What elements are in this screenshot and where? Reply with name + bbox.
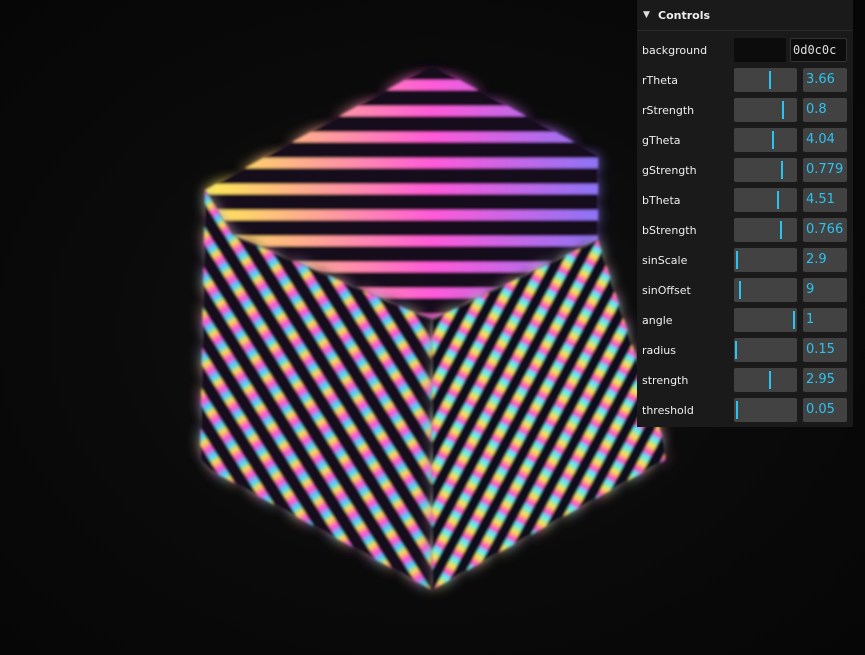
control-row-rStrength: rStrength 0.8 bbox=[637, 95, 853, 125]
radius-number-input[interactable]: 0.15 bbox=[803, 338, 847, 362]
control-row-sinScale: sinScale 2.9 bbox=[637, 245, 853, 275]
slider-handle[interactable] bbox=[736, 251, 738, 269]
slider-handle[interactable] bbox=[777, 191, 779, 209]
control-label: gTheta bbox=[642, 133, 681, 147]
gTheta-number-input[interactable]: 4.04 bbox=[803, 128, 847, 152]
slider-handle[interactable] bbox=[780, 221, 782, 239]
rStrength-slider[interactable] bbox=[734, 98, 797, 122]
bStrength-slider[interactable] bbox=[734, 218, 797, 242]
slider-handle[interactable] bbox=[736, 401, 738, 419]
control-label: sinScale bbox=[642, 253, 688, 267]
control-label: sinOffset bbox=[642, 283, 691, 297]
threshold-slider[interactable] bbox=[734, 398, 797, 422]
control-row-threshold: threshold 0.05 bbox=[637, 395, 853, 425]
gStrength-slider[interactable] bbox=[734, 158, 797, 182]
control-row-sinOffset: sinOffset 9 bbox=[637, 275, 853, 305]
slider-handle[interactable] bbox=[772, 131, 774, 149]
strength-slider[interactable] bbox=[734, 368, 797, 392]
controls-title: Controls bbox=[658, 8, 711, 22]
slider-handle[interactable] bbox=[769, 71, 771, 89]
slider-handle[interactable] bbox=[739, 281, 741, 299]
chevron-down-icon: ▼ bbox=[643, 10, 650, 20]
threshold-number-input[interactable]: 0.05 bbox=[803, 398, 847, 422]
control-label: radius bbox=[642, 343, 677, 357]
bTheta-slider[interactable] bbox=[734, 188, 797, 212]
control-label: gStrength bbox=[642, 163, 697, 177]
radius-slider[interactable] bbox=[734, 338, 797, 362]
control-row-background: background 0d0c0c bbox=[637, 35, 853, 65]
slider-handle[interactable] bbox=[782, 101, 784, 119]
control-label: bStrength bbox=[642, 223, 697, 237]
sinOffset-number-input[interactable]: 9 bbox=[803, 278, 847, 302]
slider-handle[interactable] bbox=[769, 371, 771, 389]
control-label: angle bbox=[642, 313, 673, 327]
bStrength-number-input[interactable]: 0.766 bbox=[803, 218, 847, 242]
color-swatch[interactable] bbox=[734, 38, 786, 62]
sinScale-slider[interactable] bbox=[734, 248, 797, 272]
strength-number-input[interactable]: 2.95 bbox=[803, 368, 847, 392]
slider-handle[interactable] bbox=[735, 341, 737, 359]
sinOffset-slider[interactable] bbox=[734, 278, 797, 302]
control-row-bStrength: bStrength 0.766 bbox=[637, 215, 853, 245]
control-label: background bbox=[642, 43, 708, 57]
rTheta-slider[interactable] bbox=[734, 68, 797, 92]
bTheta-number-input[interactable]: 4.51 bbox=[803, 188, 847, 212]
slider-handle[interactable] bbox=[793, 311, 795, 329]
control-row-radius: radius 0.15 bbox=[637, 335, 853, 365]
controls-panel: ▼ Controls background 0d0c0c rTheta 3.66 r… bbox=[637, 0, 853, 427]
control-label: bTheta bbox=[642, 193, 681, 207]
sinScale-number-input[interactable]: 2.9 bbox=[803, 248, 847, 272]
angle-number-input[interactable]: 1 bbox=[803, 308, 847, 332]
gStrength-number-input[interactable]: 0.779 bbox=[803, 158, 847, 182]
control-row-bTheta: bTheta 4.51 bbox=[637, 185, 853, 215]
control-row-gStrength: gStrength 0.779 bbox=[637, 155, 853, 185]
control-row-rTheta: rTheta 3.66 bbox=[637, 65, 853, 95]
slider-handle[interactable] bbox=[781, 161, 783, 179]
rTheta-number-input[interactable]: 3.66 bbox=[803, 68, 847, 92]
controls-header[interactable]: ▼ Controls bbox=[637, 0, 853, 31]
control-label: strength bbox=[642, 373, 689, 387]
color-hex-input[interactable]: 0d0c0c bbox=[790, 38, 847, 62]
control-label: rTheta bbox=[642, 73, 679, 87]
control-row-gTheta: gTheta 4.04 bbox=[637, 125, 853, 155]
angle-slider[interactable] bbox=[734, 308, 797, 332]
control-label: threshold bbox=[642, 403, 694, 417]
control-label: rStrength bbox=[642, 103, 695, 117]
control-row-angle: angle 1 bbox=[637, 305, 853, 335]
control-row-strength: strength 2.95 bbox=[637, 365, 853, 395]
rStrength-number-input[interactable]: 0.8 bbox=[803, 98, 847, 122]
gTheta-slider[interactable] bbox=[734, 128, 797, 152]
